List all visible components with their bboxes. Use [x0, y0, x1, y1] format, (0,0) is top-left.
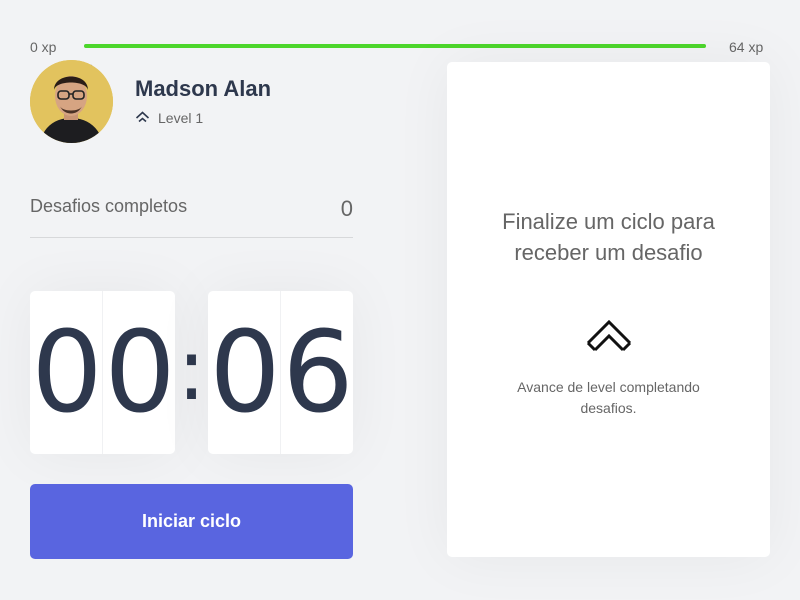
xp-progress-bar: [84, 44, 706, 48]
second-digit-left: 0: [208, 291, 281, 454]
seconds-display: 0 6: [208, 291, 354, 454]
challenge-card: Finalize um ciclo para receber um desafi…: [447, 62, 770, 557]
completed-challenges-label: Desafios completos: [30, 196, 188, 216]
xp-progress-fill: [84, 44, 706, 48]
avatar: [30, 60, 113, 143]
completed-challenges: Desafios completos 0: [30, 196, 353, 238]
countdown-timer: 0 0 : 0 6: [30, 291, 354, 454]
xp-min-label: 0 xp: [30, 39, 57, 55]
start-cycle-button[interactable]: Iniciar ciclo: [30, 484, 353, 559]
minutes-display: 0 0: [30, 291, 176, 454]
level-up-arrow-icon: [135, 110, 150, 126]
challenge-card-title: Finalize um ciclo para receber um desafi…: [502, 209, 715, 265]
completed-challenges-count: 0: [340, 196, 353, 221]
xp-max-label: 64 xp: [729, 39, 764, 55]
profile-level: Level 1: [135, 110, 203, 126]
profile-name: Madson Alan: [135, 76, 272, 101]
challenge-card-hint: Avance de level completando desafios.: [517, 379, 700, 416]
level-up-icon: [586, 319, 632, 358]
level-label: Level 1: [158, 110, 204, 126]
minute-digit-left: 0: [30, 291, 103, 454]
minute-digit-right: 0: [104, 307, 175, 438]
second-digit-right: 6: [282, 307, 353, 438]
time-separator: :: [177, 319, 206, 420]
